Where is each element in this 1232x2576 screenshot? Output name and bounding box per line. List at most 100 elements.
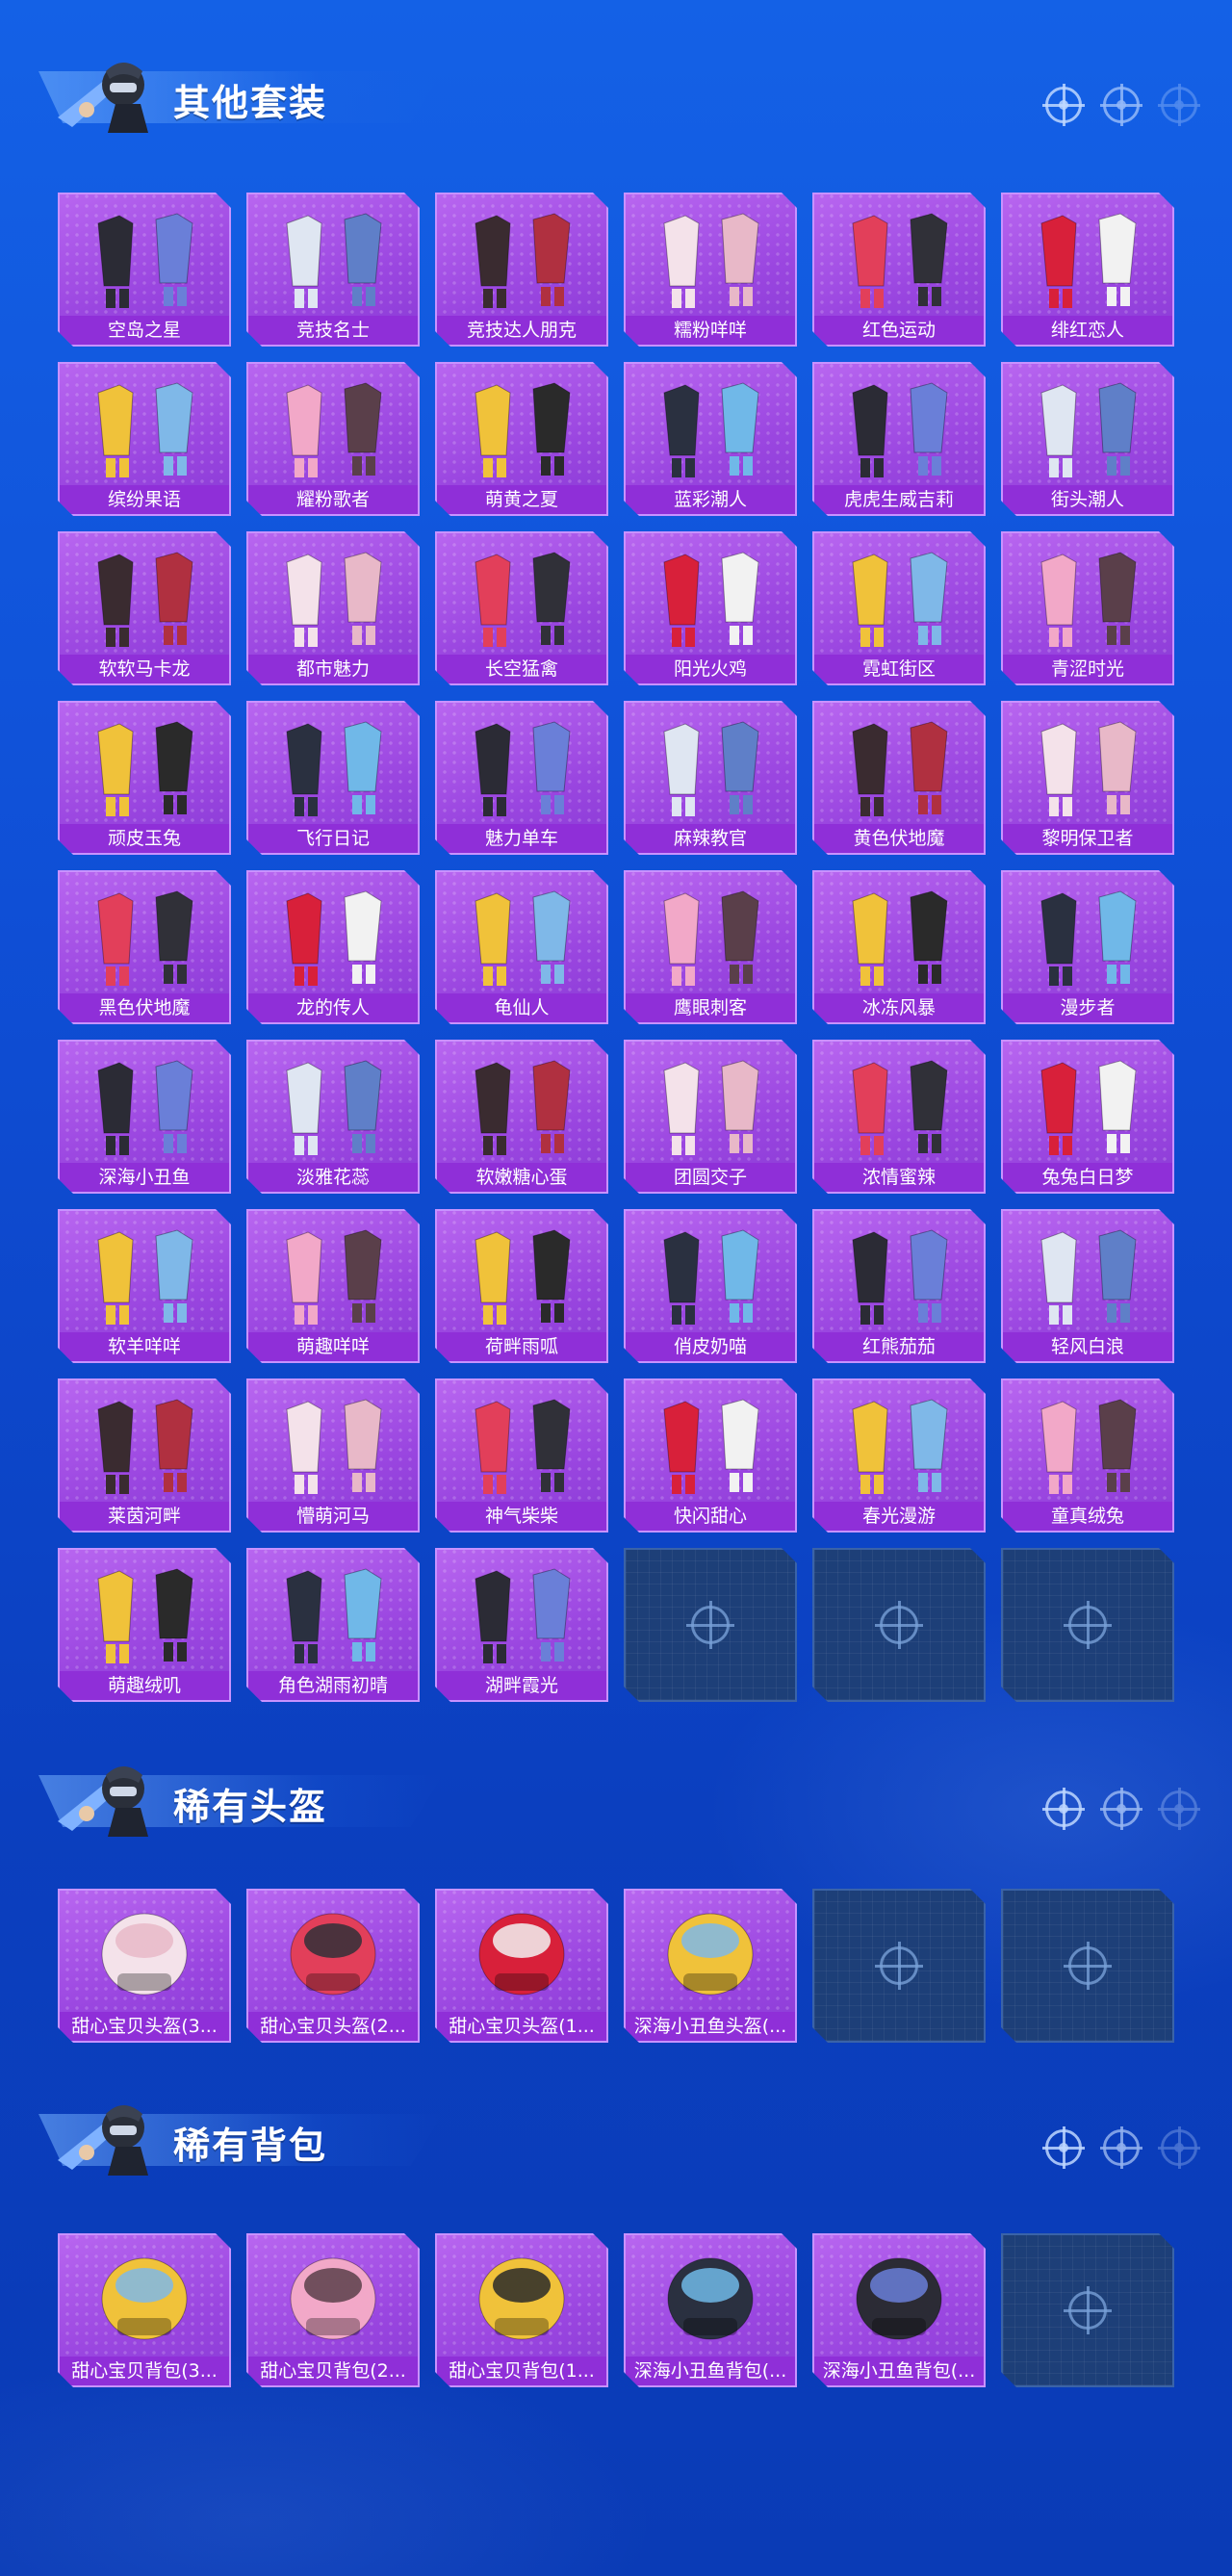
item-card[interactable]: 角色湖雨初晴 — [246, 1548, 420, 1702]
item-artwork — [814, 364, 984, 487]
crosshair-icon — [1100, 2126, 1142, 2169]
item-card[interactable]: 耀粉歌者 — [246, 362, 420, 516]
item-name: 虎虎生威吉莉 — [814, 485, 984, 514]
item-card[interactable]: 懵萌河马 — [246, 1378, 420, 1533]
item-card[interactable]: 绯红恋人 — [1001, 193, 1174, 347]
item-card[interactable]: 团圆交子 — [624, 1040, 797, 1194]
item-card[interactable]: 都市魅力 — [246, 531, 420, 685]
item-card[interactable]: 浓情蜜辣 — [812, 1040, 986, 1194]
item-card[interactable]: 漫步者 — [1001, 870, 1174, 1024]
item-card[interactable]: 虎虎生威吉莉 — [812, 362, 986, 516]
item-name: 角色湖雨初晴 — [248, 1671, 418, 1700]
item-card[interactable]: 青涩时光 — [1001, 531, 1174, 685]
item-card[interactable]: 黄色伏地魔 — [812, 701, 986, 855]
item-card[interactable]: 甜心宝贝背包(2... — [246, 2233, 420, 2387]
item-name: 黎明保卫者 — [1003, 824, 1172, 853]
item-card[interactable]: 鹰眼刺客 — [624, 870, 797, 1024]
item-card[interactable]: 街头潮人 — [1001, 362, 1174, 516]
item-artwork — [60, 533, 229, 657]
item-card[interactable]: 蓝彩潮人 — [624, 362, 797, 516]
item-card[interactable]: 莱茵河畔 — [58, 1378, 231, 1533]
item-artwork — [248, 364, 418, 487]
item-card[interactable]: 顽皮玉兔 — [58, 701, 231, 855]
item-card[interactable]: 空岛之星 — [58, 193, 231, 347]
item-card[interactable]: 黑色伏地魔 — [58, 870, 231, 1024]
item-artwork — [437, 1380, 606, 1504]
item-artwork — [626, 2235, 795, 2358]
item-name: 黑色伏地魔 — [60, 993, 229, 1022]
crosshair-icon — [1042, 2126, 1085, 2169]
item-card[interactable]: 深海小丑鱼背包(... — [812, 2233, 986, 2387]
item-card[interactable]: 湖畔霞光 — [435, 1548, 608, 1702]
item-artwork — [248, 1211, 418, 1334]
item-card[interactable]: 甜心宝贝头盔(1... — [435, 1889, 608, 2043]
item-artwork — [60, 1042, 229, 1165]
item-name: 萌黄之夏 — [437, 485, 606, 514]
item-grid: 甜心宝贝头盔(3... 甜心宝贝头盔(2... 甜心宝贝头盔(1... 深海小丑… — [58, 1889, 1174, 2043]
item-artwork — [248, 703, 418, 826]
item-card[interactable]: 红色运动 — [812, 193, 986, 347]
item-card[interactable]: 魅力单车 — [435, 701, 608, 855]
item-card[interactable]: 神气柴柴 — [435, 1378, 608, 1533]
item-artwork — [248, 872, 418, 995]
item-artwork — [437, 2235, 606, 2358]
item-card[interactable]: 阳光火鸡 — [624, 531, 797, 685]
item-card[interactable]: 萌趣绒叽 — [58, 1548, 231, 1702]
item-card[interactable]: 竞技达人朋克 — [435, 193, 608, 347]
item-name: 竞技达人朋克 — [437, 316, 606, 345]
crosshair-icon — [1042, 84, 1085, 126]
item-card[interactable]: 霓虹街区 — [812, 531, 986, 685]
item-card[interactable]: 深海小丑鱼背包(... — [624, 2233, 797, 2387]
item-card[interactable]: 龙的传人 — [246, 870, 420, 1024]
item-card[interactable]: 长空猛禽 — [435, 531, 608, 685]
item-card[interactable]: 龟仙人 — [435, 870, 608, 1024]
item-card[interactable]: 甜心宝贝头盔(3... — [58, 1889, 231, 2043]
item-card[interactable]: 萌黄之夏 — [435, 362, 608, 516]
item-card[interactable]: 甜心宝贝头盔(2... — [246, 1889, 420, 2043]
soldier-mascot-icon — [58, 2105, 148, 2176]
item-card[interactable]: 轻风白浪 — [1001, 1209, 1174, 1363]
section-title: 稀有背包 — [173, 2125, 328, 2167]
item-card[interactable]: 淡雅花蕊 — [246, 1040, 420, 1194]
item-card[interactable]: 萌趣咩咩 — [246, 1209, 420, 1363]
item-card[interactable]: 竞技名士 — [246, 193, 420, 347]
item-artwork — [626, 1891, 795, 2014]
item-artwork — [437, 194, 606, 318]
item-card[interactable]: 荷畔雨呱 — [435, 1209, 608, 1363]
item-card[interactable]: 兔兔白日梦 — [1001, 1040, 1174, 1194]
item-card[interactable]: 甜心宝贝背包(3... — [58, 2233, 231, 2387]
empty-slot — [812, 1889, 986, 2043]
item-artwork — [814, 703, 984, 826]
item-name: 浓情蜜辣 — [814, 1163, 984, 1192]
item-card[interactable]: 麻辣教官 — [624, 701, 797, 855]
item-artwork — [60, 703, 229, 826]
item-name: 街头潮人 — [1003, 485, 1172, 514]
section-title: 稀有头盔 — [173, 1786, 328, 1828]
item-card[interactable]: 软软马卡龙 — [58, 531, 231, 685]
item-card[interactable]: 缤纷果语 — [58, 362, 231, 516]
item-artwork — [437, 1550, 606, 1673]
item-card[interactable]: 糯粉咩咩 — [624, 193, 797, 347]
item-card[interactable]: 甜心宝贝背包(1... — [435, 2233, 608, 2387]
item-artwork — [1003, 194, 1172, 318]
item-name: 竞技名士 — [248, 316, 418, 345]
item-card[interactable]: 快闪甜心 — [624, 1378, 797, 1533]
item-card[interactable]: 冰冻风暴 — [812, 870, 986, 1024]
item-card[interactable]: 春光漫游 — [812, 1378, 986, 1533]
item-artwork — [60, 1380, 229, 1504]
crosshair-icon — [1068, 1946, 1107, 1985]
crosshair-icon — [1100, 84, 1142, 126]
item-card[interactable]: 软羊咩咩 — [58, 1209, 231, 1363]
item-artwork — [1003, 1042, 1172, 1165]
item-name: 都市魅力 — [248, 655, 418, 683]
item-card[interactable]: 深海小丑鱼 — [58, 1040, 231, 1194]
item-card[interactable]: 童真绒兔 — [1001, 1378, 1174, 1533]
item-card[interactable]: 深海小丑鱼头盔(... — [624, 1889, 797, 2043]
item-card[interactable]: 软嫩糖心蛋 — [435, 1040, 608, 1194]
crosshair-icon — [1158, 1788, 1200, 1830]
item-card[interactable]: 黎明保卫者 — [1001, 701, 1174, 855]
item-name: 冰冻风暴 — [814, 993, 984, 1022]
item-card[interactable]: 飞行日记 — [246, 701, 420, 855]
item-card[interactable]: 红熊茄茄 — [812, 1209, 986, 1363]
item-card[interactable]: 俏皮奶喵 — [624, 1209, 797, 1363]
